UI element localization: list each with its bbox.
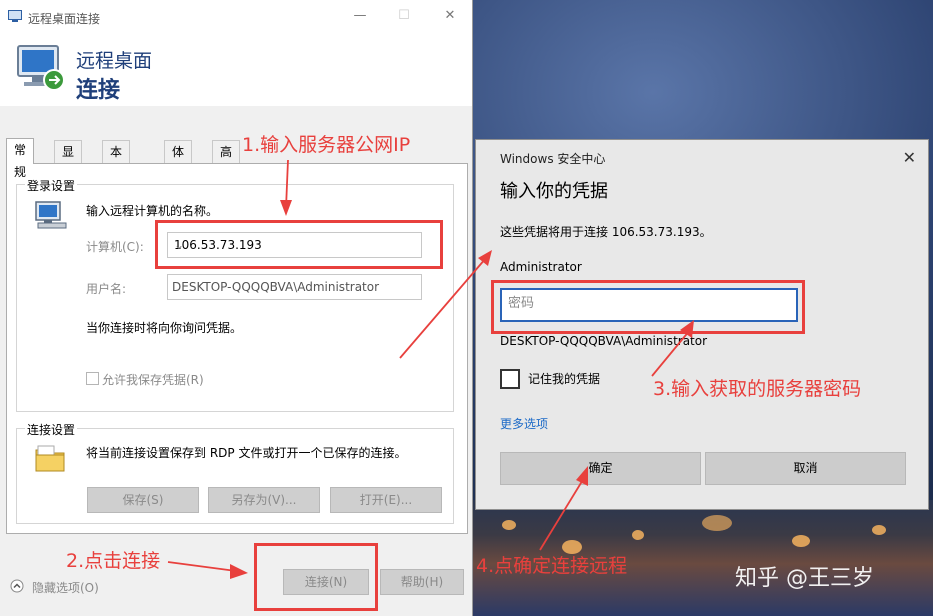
annotation-step3: 3.输入获取的服务器密码	[653, 378, 862, 400]
remember-credentials-checkbox[interactable]	[500, 369, 520, 389]
rdp-app-icon	[8, 10, 22, 22]
annotation-step1: 1.输入服务器公网IP	[242, 134, 411, 156]
computer-label: 计算机(C):	[86, 240, 144, 254]
save-button[interactable]: 保存(S)	[87, 487, 199, 513]
save-credentials-label: 允许我保存凭据(R)	[102, 373, 204, 387]
zhihu-watermark: 知乎 @王三岁	[735, 566, 874, 591]
close-icon[interactable]: ✕	[442, 9, 458, 23]
dialog-app-name: Windows 安全中心	[500, 152, 606, 166]
rdp-header: 远程桌面 连接	[0, 34, 472, 106]
save-as-button[interactable]: 另存为(V)...	[208, 487, 320, 513]
dialog-description: 这些凭据将用于连接 106.53.73.193。	[500, 225, 712, 239]
connection-settings-desc: 将当前连接设置保存到 RDP 文件或打开一个已保存的连接。	[86, 446, 407, 460]
tab-display[interactable]: 显示	[54, 140, 83, 181]
help-button[interactable]: 帮助(H)	[380, 569, 464, 595]
domain-username: DESKTOP-QQQQBVA\Administrator	[500, 334, 708, 348]
minimize-icon[interactable]: —	[352, 9, 368, 23]
folder-icon	[35, 445, 65, 472]
cancel-button[interactable]: 取消	[705, 452, 906, 485]
header-title: 远程桌面	[76, 50, 153, 72]
username-field[interactable]: DESKTOP-QQQQBVA\Administrator	[167, 274, 422, 300]
tab-advanced[interactable]: 高级	[212, 140, 241, 181]
tab-experience[interactable]: 体验	[164, 140, 193, 181]
ok-button[interactable]: 确定	[500, 452, 701, 485]
hide-options-link[interactable]: 隐藏选项(O)	[32, 579, 99, 596]
highlight-password-field	[491, 280, 805, 334]
tab-general[interactable]: 常规	[6, 138, 35, 179]
username-label: 用户名:	[86, 282, 127, 296]
remote-desktop-window: 远程桌面连接 — ☐ ✕ 远程桌面 连接 常规 显示 本地资源 体验 高级 登录…	[0, 0, 473, 616]
header-subtitle: 连接	[76, 78, 121, 103]
highlight-computer-field	[155, 220, 443, 269]
highlight-connect-button	[254, 543, 378, 611]
computer-name-prompt: 输入远程计算机的名称。	[86, 204, 219, 218]
close-icon[interactable]: ✕	[903, 148, 916, 167]
remember-credentials-label: 记住我的凭据	[528, 372, 601, 386]
save-credentials-checkbox[interactable]	[86, 372, 99, 385]
maximize-icon: ☐	[398, 8, 410, 23]
tab-local-resources[interactable]: 本地资源	[102, 140, 131, 225]
credentials-note: 当你连接时将向你询问凭据。	[86, 321, 243, 335]
annotation-step2: 2.点击连接	[66, 550, 161, 572]
credential-username: Administrator	[500, 260, 582, 274]
dialog-heading: 输入你的凭据	[500, 181, 608, 202]
more-options-link[interactable]: 更多选项	[500, 415, 548, 432]
annotation-step4: 4.点确定连接远程	[476, 555, 628, 577]
open-button[interactable]: 打开(E)...	[330, 487, 442, 513]
login-settings-title: 登录设置	[25, 177, 78, 194]
window-title: 远程桌面连接	[28, 12, 101, 26]
computer-icon	[35, 201, 67, 229]
title-bar: 远程桌面连接 — ☐ ✕	[0, 0, 472, 34]
chevron-up-icon[interactable]	[10, 579, 24, 593]
username-value: DESKTOP-QQQQBVA\Administrator	[172, 280, 380, 294]
connection-settings-title: 连接设置	[25, 421, 78, 438]
remote-desktop-monitor-icon	[17, 45, 65, 91]
